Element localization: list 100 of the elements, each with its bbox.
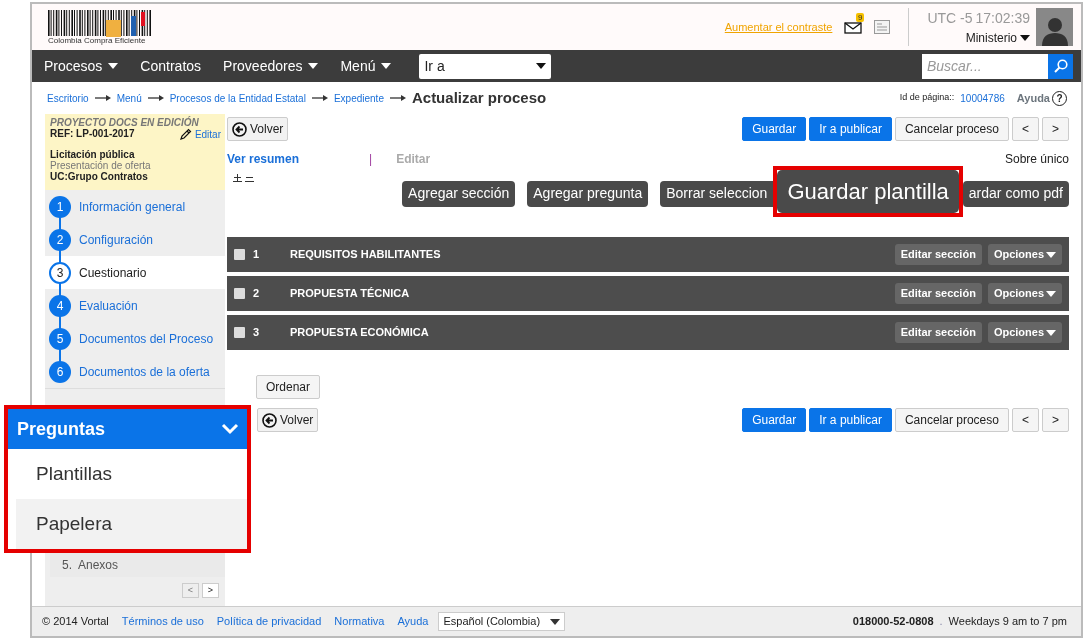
search-field[interactable]: Buscar... (922, 53, 1048, 79)
options-button[interactable]: Opciones (987, 322, 1062, 343)
breadcrumb-link[interactable]: Escritorio (47, 90, 89, 106)
toolbar-button[interactable]: Agregar pregunta (527, 180, 649, 207)
edit-link[interactable]: Editar (178, 128, 221, 141)
arrow-icon (389, 95, 406, 101)
status-label: PROYECTO DOCS EN EDICIÓN (50, 117, 200, 128)
step-item[interactable]: 1 Información general (45, 190, 225, 223)
panel-header[interactable]: Preguntas (8, 409, 247, 449)
options-button[interactable]: Opciones (987, 283, 1062, 304)
user-menu[interactable]: Ministerio (965, 28, 1017, 47)
breadcrumb-link[interactable]: Procesos de la Entidad Estatal (169, 90, 306, 106)
search-icon (1053, 59, 1068, 73)
panel-item[interactable]: Papelera (16, 499, 247, 549)
nav-menu-item[interactable]: Contratos (140, 55, 202, 77)
footer-link[interactable]: Términos de uso (121, 613, 204, 630)
search-button[interactable] (1048, 53, 1073, 79)
process-type: Licitación pública (50, 149, 135, 160)
edit-section-button[interactable]: Editar sección (894, 322, 982, 343)
language-select[interactable]: Español (Colombia) (438, 612, 566, 631)
pager-button[interactable]: > (202, 583, 219, 598)
action-button[interactable]: Guardar (742, 408, 807, 432)
caret-icon (108, 63, 119, 69)
step-item[interactable]: 3 Cuestionario (45, 256, 225, 289)
toolbar-button[interactable]: Borrar seleccion (660, 180, 774, 207)
page-id: 10004786 (960, 91, 1005, 106)
document-icon[interactable] (874, 20, 891, 34)
back-button[interactable]: Volver (257, 408, 319, 432)
section-number: 1 (253, 247, 261, 263)
checkbox[interactable] (234, 288, 245, 299)
panel-item[interactable]: Plantillas (16, 449, 247, 499)
envelope-type: Sobre único (1004, 151, 1069, 168)
office-hours: Weekdays 9 am to 7 pm (948, 614, 1067, 630)
checkbox[interactable] (234, 327, 245, 338)
order-button[interactable]: Ordenar (256, 375, 321, 399)
outline-number: 5. (62, 557, 72, 574)
help-link[interactable]: Ayuda (1016, 89, 1050, 107)
page-title: Actualizar proceso (411, 87, 547, 108)
footer-link[interactable]: Normativa (334, 613, 385, 630)
step-item[interactable]: 4 Evaluación (45, 289, 225, 322)
edit-section-button[interactable]: Editar sección (894, 283, 982, 304)
arrow-icon (147, 95, 164, 101)
step-number: 5 (49, 327, 71, 350)
outline-item[interactable]: Anexos (78, 556, 119, 574)
separator-dot: . (939, 614, 943, 630)
section-title: PROPUESTA ECONÓMICA (290, 325, 429, 341)
action-button[interactable]: Guardar (742, 117, 807, 141)
pencil-icon (178, 128, 192, 141)
breadcrumb-link[interactable]: Expediente (333, 90, 384, 106)
action-button[interactable]: Cancelar proceso (894, 117, 1009, 141)
barcode-logo-icon (48, 9, 154, 37)
caret-icon (381, 63, 392, 69)
footer-link[interactable]: Política de privacidad (216, 613, 322, 630)
breadcrumb-link[interactable]: Menú (116, 90, 142, 106)
step-number: 3 (49, 261, 71, 284)
toolbar-button[interactable]: ardar como pdf (962, 180, 1069, 207)
options-button[interactable]: Opciones (987, 244, 1062, 265)
checkbox[interactable] (234, 249, 245, 260)
step-item[interactable]: 5 Documentos del Proceso (45, 322, 225, 355)
section-title: REQUISITOS HABILITANTES (290, 247, 441, 263)
toolbar-button[interactable]: Guardar plantilla (777, 170, 959, 213)
action-button[interactable]: > (1042, 408, 1069, 432)
notification-badge: 9 (855, 13, 865, 22)
page-id-label: Id de página:: (899, 91, 955, 105)
goto-select[interactable]: Ir a (419, 53, 552, 79)
toolbar-button[interactable]: Agregar sección (402, 180, 516, 207)
timezone-text: UTC -5 (927, 8, 973, 28)
action-button[interactable]: < (1011, 408, 1039, 432)
arrow-icon (94, 95, 111, 101)
action-button[interactable]: Cancelar proceso (894, 408, 1009, 432)
step-number: 6 (49, 360, 71, 383)
back-button[interactable]: Volver (227, 117, 289, 141)
caret-icon (536, 63, 547, 69)
reference-text: REF: LP-001-2017 (50, 128, 135, 141)
unit-text: UC:Grupo Contratos (50, 171, 149, 182)
action-button[interactable]: Ir a publicar (809, 117, 892, 141)
caret-icon (1046, 290, 1056, 297)
caret-icon (1046, 251, 1056, 258)
nav-menu-item[interactable]: Menú (340, 55, 392, 77)
action-button[interactable]: < (1011, 117, 1039, 141)
section-number: 2 (253, 286, 261, 302)
expand-all-icon[interactable] (233, 173, 242, 182)
phone-number: 018000-52-0808 (852, 614, 934, 630)
action-button[interactable]: > (1042, 117, 1069, 141)
nav-menu-item[interactable]: Proveedores (223, 55, 319, 77)
action-button[interactable]: Ir a publicar (809, 408, 892, 432)
caret-icon (550, 618, 561, 625)
nav-menu-item[interactable]: Procesos (44, 55, 119, 77)
section-number: 3 (253, 325, 261, 341)
section-title: PROPUESTA TÉCNICA (290, 286, 410, 302)
clock-time: 17:02:39 (975, 8, 1030, 28)
caret-icon (1046, 329, 1056, 336)
edit-section-button[interactable]: Editar sección (894, 244, 982, 265)
step-item[interactable]: 2 Configuración (45, 223, 225, 256)
tab-separator: | (369, 151, 373, 168)
mail-icon[interactable] (844, 22, 863, 34)
view-tab[interactable]: Ver resumen (227, 150, 300, 168)
panel-title: Preguntas (17, 417, 106, 441)
footer-link[interactable]: Ayuda (397, 613, 429, 630)
step-item[interactable]: 6 Documentos de la oferta (45, 355, 225, 388)
